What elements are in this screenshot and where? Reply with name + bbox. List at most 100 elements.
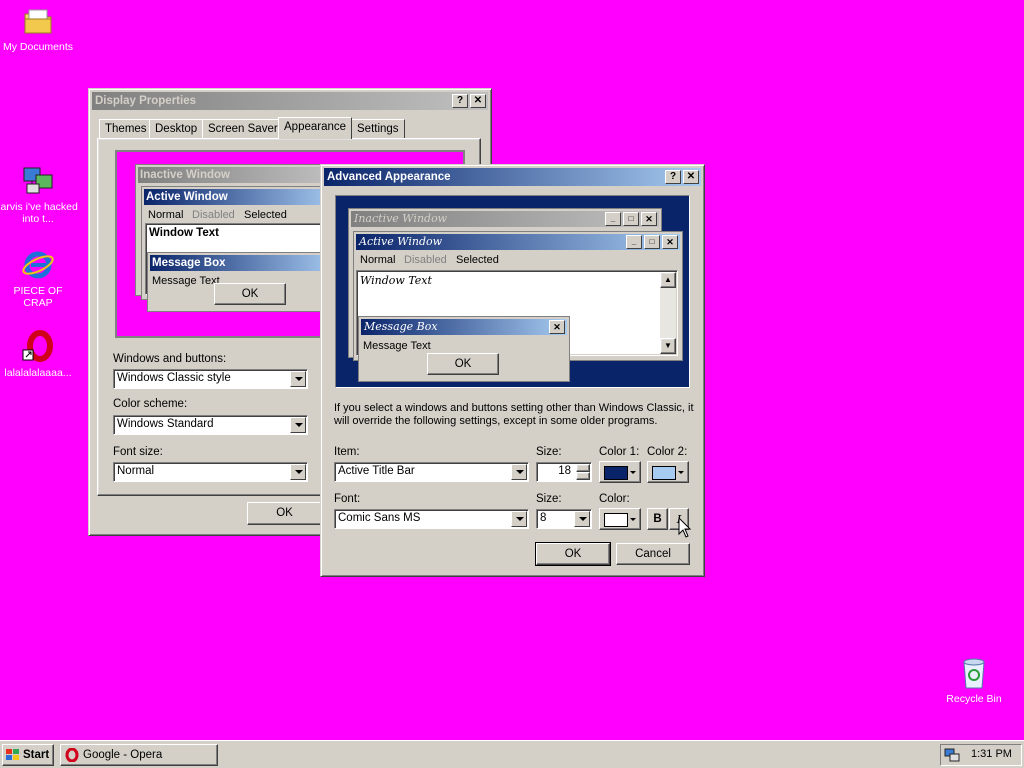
ok-button[interactable]: OK: [535, 542, 611, 566]
desktop-icon-recycle-bin[interactable]: Recycle Bin: [934, 656, 1014, 705]
clock[interactable]: 1:31 PM: [971, 748, 1012, 760]
advanced-appearance-dialog: Advanced Appearance ? ✕ Inactive Window …: [320, 164, 705, 577]
network-tray-icon[interactable]: [944, 747, 960, 763]
info-text: If you select a windows and buttons sett…: [334, 402, 694, 427]
windows-buttons-select[interactable]: Windows Classic style: [113, 369, 308, 389]
desktop-icon-opera[interactable]: lalalalalaaaa...: [0, 330, 78, 379]
font-color-label: Color:: [599, 493, 630, 505]
desktop-icon-network[interactable]: jarvis i've hacked into t...: [0, 164, 78, 225]
size-spinner[interactable]: 18: [536, 462, 592, 482]
scroll-down-icon: ▼: [660, 338, 676, 354]
close-icon: ✕: [549, 320, 565, 334]
scroll-up-icon: ▲: [660, 272, 676, 288]
chevron-down-icon[interactable]: [574, 511, 590, 527]
tab-settings[interactable]: Settings: [351, 119, 405, 138]
tab-screen-saver[interactable]: Screen Saver: [202, 119, 284, 138]
size-value: 18: [558, 465, 571, 477]
desktop-icon-label: Recycle Bin: [946, 693, 1002, 705]
font-size-label: Size:: [536, 493, 562, 505]
bold-button[interactable]: B: [647, 508, 668, 530]
tab-desktop[interactable]: Desktop: [149, 119, 204, 138]
minimize-icon: _: [605, 212, 621, 226]
item-select[interactable]: Active Title Bar: [334, 462, 529, 482]
color1-swatch: [604, 466, 628, 480]
taskbar-item-opera[interactable]: Google - Opera: [60, 744, 218, 766]
adv-preview-inactive-title: Inactive Window: [354, 212, 448, 225]
preview-menu-selected: Selected: [244, 209, 287, 221]
adv-preview-msgbox-text: Message Text: [363, 340, 431, 352]
font-label: Font:: [334, 493, 361, 505]
font-select[interactable]: Comic Sans MS: [334, 509, 529, 529]
desktop-icon-label: jarvis i've hacked into t...: [0, 201, 78, 225]
desktop-icon-label: My Documents: [2, 41, 74, 53]
advanced-appearance-titlebar[interactable]: Advanced Appearance ? ✕: [324, 168, 701, 186]
preview-window-text: Window Text: [149, 227, 219, 239]
tab-themes[interactable]: Themes: [99, 119, 153, 138]
size-label: Size:: [536, 446, 562, 458]
color2-swatch: [652, 466, 676, 480]
color-scheme-label: Color scheme:: [113, 398, 188, 410]
font-size-value: 8: [540, 512, 547, 524]
item-label: Item:: [334, 446, 360, 458]
close-button[interactable]: ✕: [683, 170, 699, 184]
preview-menu-disabled: Disabled: [192, 209, 235, 221]
font-size-select[interactable]: 8: [536, 509, 592, 529]
ok-button[interactable]: OK: [247, 502, 322, 525]
maximize-icon: □: [644, 235, 660, 249]
mouse-cursor-icon: [678, 517, 692, 538]
tab-appearance[interactable]: Appearance: [278, 117, 353, 139]
windows-logo-icon: [6, 749, 19, 760]
desktop-icon-my-documents[interactable]: My Documents: [0, 4, 78, 53]
close-button[interactable]: ✕: [470, 94, 486, 108]
color1-picker[interactable]: [599, 461, 641, 483]
adv-preview-message-box: Message Box ✕ Message Text OK: [358, 316, 570, 382]
help-button[interactable]: ?: [452, 94, 468, 108]
start-button[interactable]: Start: [2, 744, 54, 766]
cancel-button[interactable]: Cancel: [616, 543, 690, 565]
minimize-icon: _: [626, 235, 642, 249]
desktop-icon-ie[interactable]: PIECE OF CRAP: [0, 248, 78, 309]
chevron-down-icon: [630, 471, 636, 474]
color2-picker[interactable]: [647, 461, 689, 483]
dialog-title: Advanced Appearance: [327, 171, 451, 183]
color-scheme-select[interactable]: Windows Standard: [113, 415, 308, 435]
desktop-icon-label: PIECE OF CRAP: [13, 285, 63, 309]
chevron-down-icon[interactable]: [290, 417, 306, 433]
help-button[interactable]: ?: [665, 170, 681, 184]
adv-preview-active-title: Active Window: [359, 235, 443, 248]
adv-preview-msgbox-title: Message Box: [364, 320, 438, 333]
preview-msgbox-title: Message Box: [150, 255, 336, 271]
adv-preview-menu-disabled: Disabled: [404, 254, 447, 266]
spin-down-icon[interactable]: [576, 472, 590, 480]
preview-message-box: Message Box Message Text OK: [147, 252, 339, 312]
color-scheme-value: Windows Standard: [117, 418, 214, 430]
font-size-select[interactable]: Normal: [113, 462, 308, 482]
chevron-down-icon[interactable]: [511, 464, 527, 480]
font-size-value: Normal: [117, 465, 155, 477]
system-tray: 1:31 PM: [940, 744, 1022, 766]
preview-msgbox-text: Message Text: [152, 275, 220, 287]
internet-explorer-icon: [21, 248, 55, 282]
chevron-down-icon[interactable]: [511, 511, 527, 527]
maximize-icon: □: [623, 212, 639, 226]
display-properties-titlebar[interactable]: Display Properties ? ✕: [92, 92, 488, 110]
preview-active-title: Active Window: [144, 189, 336, 205]
desktop-icon-label: lalalalalaaaa...: [4, 367, 72, 379]
chevron-down-icon[interactable]: [290, 371, 306, 387]
close-icon: ✕: [662, 235, 678, 249]
font-size-label: Font size:: [113, 446, 163, 458]
folder-icon: [21, 4, 55, 38]
adv-preview-menu-normal: Normal: [360, 254, 396, 266]
font-color-swatch: [604, 513, 628, 527]
font-color-picker[interactable]: [599, 508, 641, 530]
chevron-down-icon[interactable]: [290, 464, 306, 480]
spin-up-icon[interactable]: [576, 464, 590, 472]
taskbar: Start Google - Opera 1:31 PM: [0, 740, 1024, 768]
adv-preview-scrollbar: ▲ ▼: [660, 272, 676, 354]
adv-preview-window-text: Window Text: [360, 274, 432, 287]
color2-label: Color 2:: [647, 446, 688, 458]
font-value: Comic Sans MS: [338, 512, 421, 524]
taskbar-item-label: Google - Opera: [83, 749, 163, 761]
preview-menu-normal: Normal: [148, 209, 184, 221]
opera-icon: [65, 748, 79, 762]
